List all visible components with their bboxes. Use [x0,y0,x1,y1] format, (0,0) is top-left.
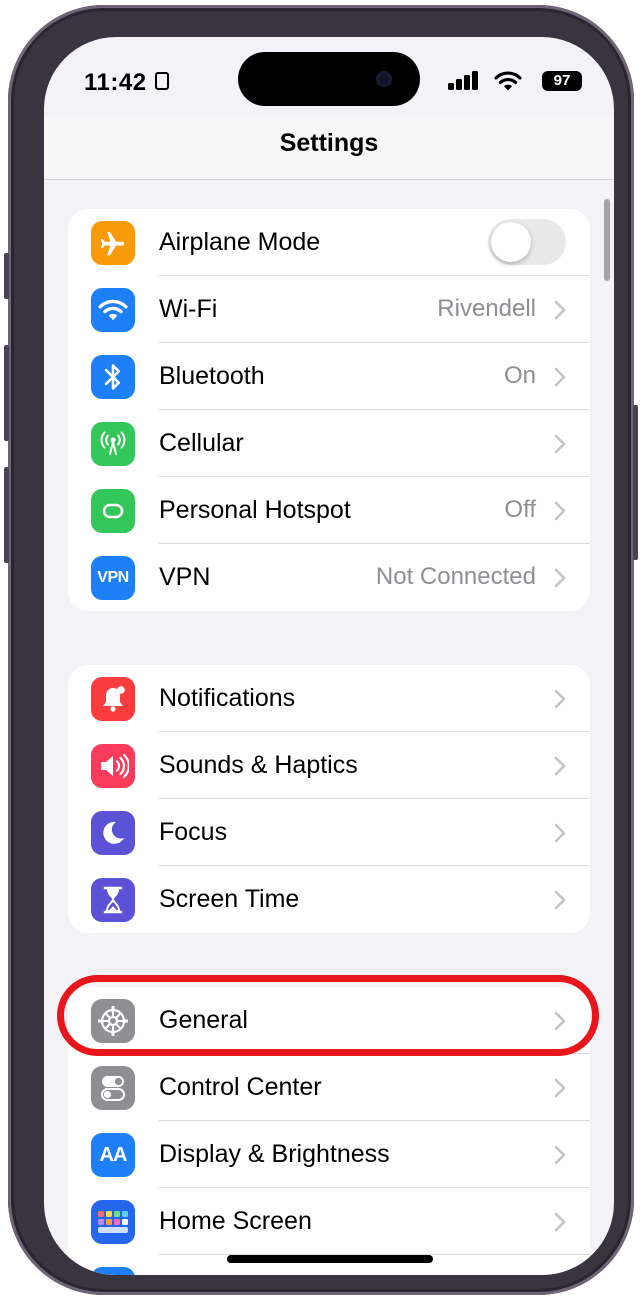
chevron-right-icon [554,1145,566,1165]
speaker-icon [91,744,135,788]
airplane-mode-toggle[interactable] [488,219,566,265]
page-title: Settings [279,129,379,157]
settings-row-home-screen[interactable]: Home Screen [68,1188,590,1255]
settings-row-screen-time[interactable]: Screen Time [68,866,590,933]
chevron-right-icon [554,1011,566,1031]
cellular-signal-icon [448,70,480,92]
status-bar: 11:42 97 [44,37,614,117]
settings-group-general: General Control Center AA Display & Brig… [68,987,590,1275]
vpn-status-value: Not Connected [375,563,536,590]
id-card-icon [155,72,169,90]
side-button [633,405,638,560]
app-grid-icon [91,1200,135,1244]
front-camera-icon [376,71,392,87]
chevron-right-icon [554,1212,566,1232]
settings-row-label: Screen Time [159,885,300,913]
toggles-icon [91,1066,135,1110]
vpn-icon: VPN [91,556,135,600]
settings-row-vpn[interactable]: VPN VPN Not Connected [68,544,590,611]
settings-row-label: Home Screen [159,1207,312,1235]
settings-row-focus[interactable]: Focus [68,799,590,866]
home-indicator[interactable] [227,1255,433,1263]
settings-row-label: Personal Hotspot [159,496,351,524]
settings-row-label: Sounds & Haptics [159,751,358,779]
scroll-indicator[interactable] [604,199,610,281]
settings-row-bluetooth[interactable]: Bluetooth On [68,343,590,410]
settings-row-display-brightness[interactable]: AA Display & Brightness [68,1121,590,1188]
wifi-status-icon [494,71,522,91]
settings-row-label: Display & Brightness [159,1140,390,1168]
moon-icon [91,811,135,855]
hotspot-chain-icon [91,489,135,533]
chevron-right-icon [554,501,566,521]
settings-row-label: Cellular [159,429,244,457]
settings-row-label: Focus [159,818,228,846]
settings-group-notifications: Notifications Sounds & Haptics Focus Scr… [68,665,590,933]
settings-row-personal-hotspot[interactable]: Personal Hotspot Off [68,477,590,544]
app-icon-partial [91,1267,135,1275]
settings-row-label: Notifications [159,684,296,712]
settings-row-control-center[interactable]: Control Center [68,1054,590,1121]
battery-icon: 97 [542,71,582,91]
status-time: 11:42 [84,69,147,96]
chevron-right-icon [554,434,566,454]
wifi-icon [91,288,135,332]
settings-row-label: Airplane Mode [159,228,321,256]
bluetooth-status-value: On [503,362,536,389]
airplane-icon [91,221,135,265]
cellular-antenna-icon [91,422,135,466]
hourglass-icon [91,878,135,922]
settings-row-sounds-haptics[interactable]: Sounds & Haptics [68,732,590,799]
chevron-right-icon [554,300,566,320]
settings-row-label: Wi-Fi [159,295,218,323]
wifi-network-value: Rivendell [437,295,536,322]
chevron-right-icon [554,1078,566,1098]
chevron-right-icon [554,890,566,910]
settings-row-wifi[interactable]: Wi-Fi Rivendell [68,276,590,343]
gear-icon [91,999,135,1043]
action-button [4,253,9,299]
volume-down-button [4,467,9,563]
phone-frame: 11:42 97 Settings Airplane Mode Wi-Fi Ri… [4,5,638,1295]
chevron-right-icon [554,756,566,776]
nav-bar: Settings [44,117,614,180]
settings-row-label: Control Center [159,1073,322,1101]
settings-row-label: General [159,1006,248,1034]
bell-icon [91,677,135,721]
volume-up-button [4,345,9,441]
settings-row-cellular[interactable]: Cellular [68,410,590,477]
hotspot-status-value: Off [504,496,536,523]
chevron-right-icon [554,823,566,843]
settings-row-notifications[interactable]: Notifications [68,665,590,732]
settings-group-connectivity: Airplane Mode Wi-Fi Rivendell Bluetooth … [68,209,590,611]
settings-row-label: Bluetooth [159,362,265,390]
chevron-right-icon [554,689,566,709]
screen: 11:42 97 Settings Airplane Mode Wi-Fi Ri… [44,37,614,1275]
dynamic-island [238,52,420,106]
text-size-icon: AA [91,1133,135,1177]
chevron-right-icon [554,367,566,387]
toggle-knob [491,222,531,262]
chevron-right-icon [554,568,566,588]
settings-row-label: VPN [159,563,211,591]
settings-row-airplane-mode[interactable]: Airplane Mode [68,209,590,276]
settings-row-general[interactable]: General [68,987,590,1054]
bluetooth-icon [91,355,135,399]
